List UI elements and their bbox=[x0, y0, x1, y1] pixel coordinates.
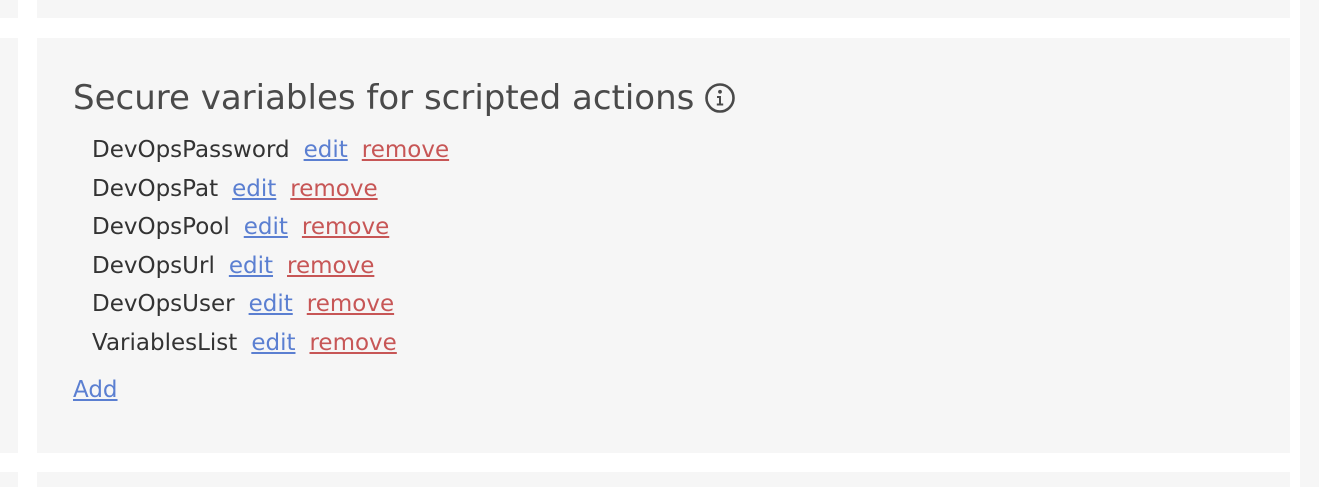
section-title: Secure variables for scripted actions bbox=[73, 78, 695, 118]
variable-name: DevOpsUrl bbox=[92, 252, 215, 279]
remove-link[interactable]: remove bbox=[307, 291, 394, 317]
remove-link[interactable]: remove bbox=[309, 330, 396, 356]
left-panel-edge-main bbox=[0, 38, 18, 453]
variable-name: DevOpsUser bbox=[92, 291, 235, 317]
left-panel-edge-top bbox=[0, 0, 18, 18]
variable-row: DevOpsPat edit remove bbox=[92, 170, 449, 209]
remove-link[interactable]: remove bbox=[287, 253, 374, 279]
edit-link[interactable]: edit bbox=[249, 291, 293, 317]
edit-link[interactable]: edit bbox=[304, 137, 348, 163]
add-variable-link[interactable]: Add bbox=[73, 372, 118, 408]
remove-link[interactable]: remove bbox=[362, 137, 449, 163]
variable-name: DevOpsPool bbox=[92, 214, 230, 240]
remove-link[interactable]: remove bbox=[302, 214, 389, 240]
variable-name: DevOpsPassword bbox=[92, 137, 290, 163]
variable-row: DevOpsUrl edit remove bbox=[92, 247, 449, 286]
edit-link[interactable]: edit bbox=[229, 253, 273, 279]
variable-row: VariablesList edit remove bbox=[92, 324, 449, 363]
variable-row: DevOpsUser edit remove bbox=[92, 285, 449, 324]
edit-link[interactable]: edit bbox=[244, 214, 288, 240]
remove-link[interactable]: remove bbox=[290, 176, 377, 202]
info-circle-icon[interactable] bbox=[704, 82, 736, 114]
section-heading: Secure variables for scripted actions bbox=[73, 74, 736, 122]
variable-row: DevOpsPool edit remove bbox=[92, 208, 449, 247]
right-panel-edge bbox=[1300, 0, 1319, 487]
variable-row: DevOpsPassword edit remove bbox=[92, 131, 449, 170]
variables-list: DevOpsPassword edit remove DevOpsPat edit re… bbox=[92, 131, 449, 362]
edit-link[interactable]: edit bbox=[251, 330, 295, 356]
variable-name: VariablesList bbox=[92, 329, 238, 356]
next-section-panel bbox=[37, 472, 1290, 487]
left-panel-edge-bottom bbox=[0, 472, 18, 487]
variable-name: DevOpsPat bbox=[92, 175, 219, 202]
edit-link[interactable]: edit bbox=[232, 176, 276, 202]
previous-section-panel bbox=[37, 0, 1290, 18]
